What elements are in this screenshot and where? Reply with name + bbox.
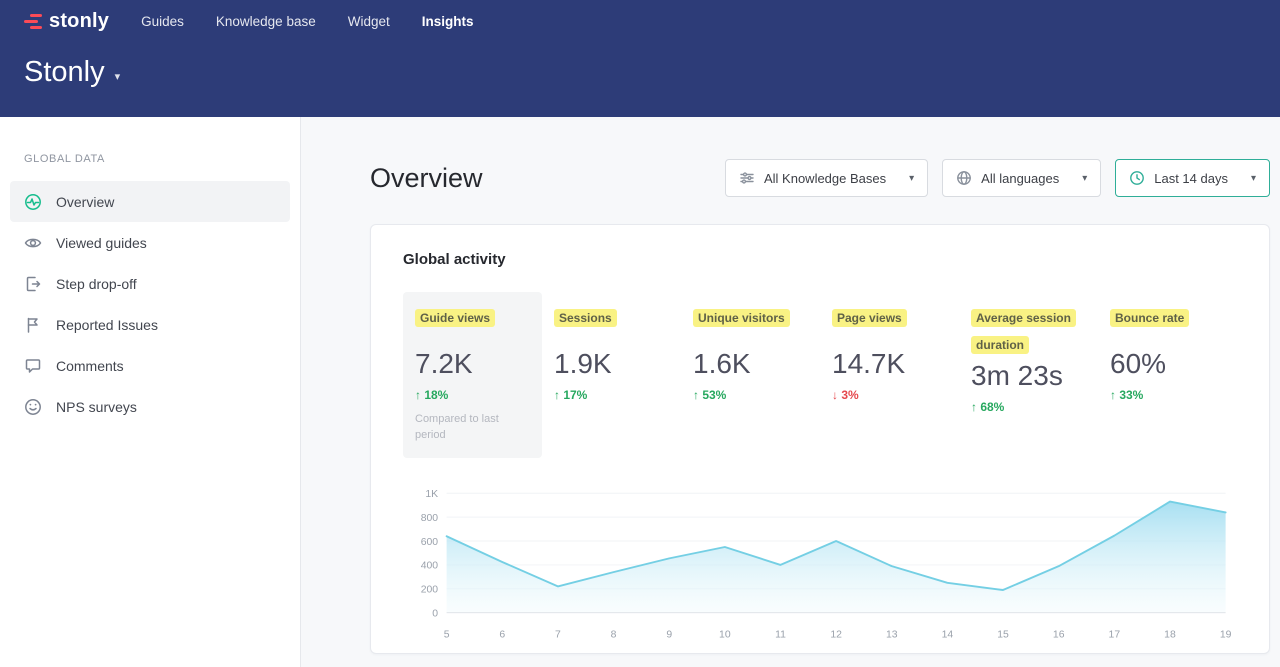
metric-label: Average session duration	[971, 309, 1076, 354]
metric-label: Bounce rate	[1110, 309, 1189, 327]
knowledge-base-filter[interactable]: All Knowledge Bases ▾	[725, 159, 928, 197]
clock-icon	[1129, 170, 1145, 186]
filters: All Knowledge Bases ▾ All languages ▾ La…	[725, 159, 1270, 197]
metric-delta: ↑ 18%	[415, 388, 530, 402]
language-filter[interactable]: All languages ▾	[942, 159, 1101, 197]
navbar: stonly Guides Knowledge base Widget Insi…	[0, 0, 1280, 42]
metric-delta: ↑ 17%	[554, 388, 669, 402]
svg-text:13: 13	[886, 629, 898, 640]
svg-text:11: 11	[775, 629, 786, 640]
svg-text:600: 600	[421, 537, 439, 548]
svg-text:15: 15	[997, 629, 1009, 640]
nav-item-insights[interactable]: Insights	[422, 8, 474, 35]
metric-delta: ↑ 53%	[693, 388, 808, 402]
flag-icon	[24, 316, 42, 334]
chevron-down-icon: ▾	[1082, 173, 1087, 184]
metric-delta: ↑ 68%	[971, 400, 1086, 414]
svg-text:14: 14	[942, 629, 954, 640]
nav-item-knowledge-base[interactable]: Knowledge base	[216, 8, 316, 35]
metric-avg-session-duration[interactable]: Average session duration 3m 23s ↑ 68%	[959, 292, 1098, 458]
sidebar-item-label: Comments	[56, 358, 124, 374]
main-content: Overview All Knowledge Bases ▾ All langu…	[301, 117, 1280, 667]
metric-page-views[interactable]: Page views 14.7K ↓ 3%	[820, 292, 959, 458]
card-title: Global activity	[403, 251, 1237, 268]
svg-text:7: 7	[555, 629, 561, 640]
metric-value: 1.6K	[693, 348, 808, 380]
top-header: stonly Guides Knowledge base Widget Insi…	[0, 0, 1280, 117]
sidebar-item-label: Overview	[56, 194, 114, 210]
sidebar: GLOBAL DATA Overview Viewed guides Step …	[0, 117, 301, 667]
sidebar-item-comments[interactable]: Comments	[10, 345, 290, 386]
activity-icon	[24, 193, 42, 211]
global-activity-card: Global activity Guide views 7.2K ↑ 18% C…	[370, 224, 1270, 654]
metric-value: 3m 23s	[971, 360, 1086, 392]
svg-text:18: 18	[1164, 629, 1176, 640]
svg-text:1K: 1K	[425, 489, 438, 500]
smiley-icon	[24, 398, 42, 416]
nav-item-widget[interactable]: Widget	[348, 8, 390, 35]
metric-guide-views[interactable]: Guide views 7.2K ↑ 18% Compared to last …	[403, 292, 542, 458]
metric-label: Unique visitors	[693, 309, 790, 327]
eye-icon	[24, 234, 42, 252]
svg-text:17: 17	[1109, 629, 1121, 640]
metric-note: Compared to last period	[415, 412, 525, 444]
global-activity-chart: 0 200 400 600 800 1K 5 6 7 8 9 10 11 12 13 14 15 16 17 18 19	[403, 480, 1237, 649]
sidebar-item-label: Reported Issues	[56, 317, 158, 333]
chevron-down-icon[interactable]: ▾	[115, 70, 121, 83]
stonly-logo[interactable]: stonly	[24, 10, 109, 33]
metric-delta: ↓ 3%	[832, 388, 947, 402]
metric-sessions[interactable]: Sessions 1.9K ↑ 17%	[542, 292, 681, 458]
drop-off-icon	[24, 275, 42, 293]
sidebar-item-viewed-guides[interactable]: Viewed guides	[10, 222, 290, 263]
page-title: Overview	[370, 163, 483, 194]
sidebar-item-step-drop-off[interactable]: Step drop-off	[10, 263, 290, 304]
svg-text:400: 400	[421, 561, 439, 572]
sidebar-item-reported-issues[interactable]: Reported Issues	[10, 304, 290, 345]
metrics-row: Guide views 7.2K ↑ 18% Compared to last …	[403, 292, 1237, 458]
sidebar-item-nps-surveys[interactable]: NPS surveys	[10, 386, 290, 427]
workspace-row: Stonly ▾	[0, 42, 1280, 117]
svg-text:12: 12	[830, 629, 842, 640]
svg-text:10: 10	[719, 629, 731, 640]
svg-text:19: 19	[1220, 629, 1232, 640]
svg-text:5: 5	[444, 629, 450, 640]
metric-delta: ↑ 33%	[1110, 388, 1225, 402]
primary-nav: Guides Knowledge base Widget Insights	[141, 8, 473, 35]
filter-label: All languages	[981, 171, 1059, 186]
stonly-logo-icon	[24, 14, 42, 29]
filter-label: Last 14 days	[1154, 171, 1228, 186]
sidebar-item-label: NPS surveys	[56, 399, 137, 415]
metric-unique-visitors[interactable]: Unique visitors 1.6K ↑ 53%	[681, 292, 820, 458]
logo-text: stonly	[49, 10, 109, 33]
metric-label: Sessions	[554, 309, 617, 327]
metric-value: 14.7K	[832, 348, 947, 380]
nav-item-guides[interactable]: Guides	[141, 8, 184, 35]
svg-text:8: 8	[611, 629, 617, 640]
area-chart: 0 200 400 600 800 1K 5 6 7 8 9 10 11 12 13 14 15 16 17 18 19	[403, 480, 1237, 649]
metric-value: 7.2K	[415, 348, 530, 380]
sidebar-section-title: GLOBAL DATA	[0, 153, 300, 165]
globe-icon	[956, 170, 972, 186]
svg-text:6: 6	[499, 629, 505, 640]
svg-text:200: 200	[421, 584, 439, 595]
svg-text:800: 800	[421, 513, 439, 524]
chevron-down-icon: ▾	[1251, 173, 1256, 184]
svg-text:0: 0	[432, 608, 438, 619]
sidebar-item-label: Step drop-off	[56, 276, 137, 292]
svg-text:9: 9	[666, 629, 672, 640]
metric-label: Guide views	[415, 309, 495, 327]
metric-bounce-rate[interactable]: Bounce rate 60% ↑ 33%	[1098, 292, 1237, 458]
metric-value: 60%	[1110, 348, 1225, 380]
sidebar-item-overview[interactable]: Overview	[10, 181, 290, 222]
sidebar-item-label: Viewed guides	[56, 235, 147, 251]
metric-label: Page views	[832, 309, 907, 327]
workspace-title: Stonly	[24, 56, 105, 89]
filter-label: All Knowledge Bases	[764, 171, 886, 186]
chevron-down-icon: ▾	[909, 173, 914, 184]
date-range-filter[interactable]: Last 14 days ▾	[1115, 159, 1270, 197]
comment-icon	[24, 357, 42, 375]
metric-value: 1.9K	[554, 348, 669, 380]
sliders-icon	[739, 170, 755, 186]
svg-text:16: 16	[1053, 629, 1065, 640]
